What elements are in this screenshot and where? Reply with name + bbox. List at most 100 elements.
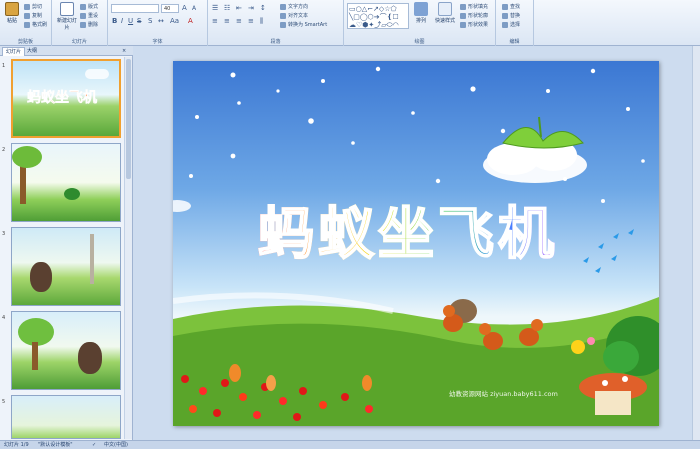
shape-outline-button[interactable]: 形状轮廓 — [460, 12, 488, 19]
slide-canvas[interactable]: 蚂蚁坐飞机 幼教资源网站 ziyuan.baby611.com — [173, 61, 659, 426]
strikethrough-icon[interactable]: S — [137, 17, 141, 25]
delete-icon — [80, 21, 86, 28]
shrink-font-icon[interactable]: A — [192, 5, 196, 12]
quick-styles-button[interactable]: 快速样式 — [432, 2, 458, 34]
ribbon: 粘贴 剪切 复制 格式刷 剪贴板 新建幻灯片 版式 重设 删除 幻灯片 40 A… — [0, 0, 700, 46]
slide-counter: 幻灯片 1/9 — [4, 442, 29, 448]
font-color-icon[interactable]: A — [188, 17, 193, 25]
stars — [189, 66, 645, 203]
shapes-gallery[interactable]: ▭○△⌐↗◇☆⬠ ╲▢◯⬡➔⌒❴☐ ☁♡⬢✦⤴▱⬭◠ — [347, 3, 409, 29]
columns-icon[interactable]: ⫼ — [260, 17, 263, 26]
format-painter-button[interactable]: 格式刷 — [24, 21, 47, 28]
clipboard-group-label: 剪贴板 — [17, 39, 33, 45]
font-group-label: 字体 — [152, 39, 163, 45]
select-button[interactable]: 选择 — [502, 21, 520, 28]
replace-button[interactable]: 替换 — [502, 12, 520, 19]
layout-icon — [80, 3, 86, 10]
align-text-button[interactable]: 对齐文本 — [280, 12, 308, 19]
scissors-icon — [24, 3, 30, 10]
cloud-with-leaf — [483, 116, 587, 183]
line-spacing-icon[interactable]: ↕ — [260, 4, 266, 12]
bullets-icon[interactable]: ☰ — [212, 4, 218, 12]
bold-icon[interactable]: B — [112, 17, 117, 25]
new-slide-button[interactable]: 新建幻灯片 — [55, 2, 79, 34]
slide-title-char: 机 — [497, 201, 558, 268]
align-right-icon[interactable]: ≡ — [236, 17, 242, 25]
watermark-text: 幼教资源网站 ziyuan.baby611.com — [449, 390, 558, 398]
copy-button[interactable]: 复制 — [24, 12, 42, 19]
slide-number: 4 — [2, 315, 6, 321]
paste-button[interactable]: 粘贴 — [2, 2, 22, 34]
thumbnail-title: 蚂蚁坐飞机 — [27, 90, 98, 107]
underline-icon[interactable]: U — [128, 17, 133, 25]
font-name-field[interactable] — [111, 4, 159, 13]
slide-title[interactable]: 蚂蚁坐飞机 — [257, 189, 558, 270]
slide-thumbnail-2[interactable] — [11, 143, 121, 222]
brush-icon — [24, 21, 30, 28]
italic-icon[interactable]: I — [121, 17, 123, 25]
justify-icon[interactable]: ≡ — [248, 17, 254, 25]
numbering-icon[interactable]: ☷ — [224, 4, 230, 12]
align-text-icon — [280, 12, 286, 19]
birch-tree-shape — [90, 234, 94, 284]
slide-title-char: 蚂 — [257, 201, 318, 268]
text-direction-button[interactable]: 文字方向 — [280, 3, 308, 10]
slide-title-char: 坐 — [377, 201, 438, 268]
quick-styles-icon — [438, 2, 452, 16]
slide-thumbnail-4[interactable] — [11, 311, 121, 390]
slide-title-char: 飞 — [437, 201, 498, 268]
language-indicator: 中文(中国) — [104, 442, 128, 448]
gorilla-shape — [30, 262, 52, 292]
cursor-icon — [502, 21, 508, 28]
slide-number: 5 — [2, 399, 6, 405]
slide-thumbnail-5[interactable] — [11, 395, 121, 439]
arrange-button[interactable]: 排列 — [411, 2, 431, 34]
text-shadow-icon[interactable]: S — [148, 17, 152, 25]
tab-slides[interactable]: 幻灯片 — [2, 47, 26, 56]
increase-indent-icon[interactable]: ⇥ — [248, 4, 254, 12]
slides-group: 新建幻灯片 版式 重设 删除 幻灯片 — [52, 0, 108, 46]
close-panel-icon[interactable]: × — [122, 47, 126, 56]
smartart-button[interactable]: 转换为 SmartArt — [280, 21, 327, 28]
slides-group-label: 幻灯片 — [71, 39, 87, 45]
smartart-icon — [280, 21, 286, 28]
shape-effects-button[interactable]: 形状效果 — [460, 21, 488, 28]
cut-button[interactable]: 剪切 — [24, 3, 42, 10]
birds — [583, 229, 634, 273]
slide-thumbnail-panel: 幻灯片 大纲 × 1 蚂蚁坐飞机 2 3 4 5 — [0, 46, 133, 440]
character-spacing-icon[interactable]: ↔ — [158, 17, 164, 25]
panel-tabs: 幻灯片 大纲 × — [0, 46, 133, 56]
butterfly — [229, 364, 241, 382]
slide-thumbnail-3[interactable] — [11, 227, 121, 306]
copy-icon — [24, 12, 30, 19]
tab-outline[interactable]: 大纲 — [24, 47, 40, 56]
butterfly — [362, 375, 372, 391]
status-bar: 幻灯片 1/9 "默认设计模板" ✓ 中文(中国) — [0, 440, 700, 449]
decrease-indent-icon[interactable]: ⇤ — [236, 4, 242, 12]
thumbnail-scrollbar[interactable] — [124, 57, 132, 439]
slide-number: 1 — [2, 63, 6, 69]
slide-thumbnail-1[interactable]: 蚂蚁坐飞机 — [11, 59, 121, 138]
align-center-icon[interactable]: ≡ — [224, 17, 230, 25]
editor-scrollbar[interactable] — [692, 46, 700, 440]
drawing-group-label: 绘图 — [414, 39, 425, 45]
drawing-group: ▭○△⌐↗◇☆⬠ ╲▢◯⬡➔⌒❴☐ ☁♡⬢✦⤴▱⬭◠ 排列 快速样式 形状填充 形状… — [344, 0, 496, 46]
layout-button[interactable]: 版式 — [80, 3, 98, 10]
delete-slide-button[interactable]: 删除 — [80, 21, 98, 28]
change-case-icon[interactable]: Aa — [170, 17, 179, 25]
spell-check-icon[interactable]: ✓ — [92, 441, 96, 449]
text-direction-icon — [280, 3, 286, 10]
scrollbar-thumb[interactable] — [126, 59, 131, 179]
grow-font-icon[interactable]: A — [182, 4, 187, 12]
find-button[interactable]: 查找 — [502, 3, 520, 10]
editing-group-label: 编辑 — [509, 39, 520, 45]
slide-number: 2 — [2, 147, 6, 153]
pen-icon — [460, 12, 466, 19]
shape-fill-button[interactable]: 形状填充 — [460, 3, 488, 10]
paint-bucket-icon — [460, 3, 466, 10]
reset-button[interactable]: 重设 — [80, 12, 98, 19]
leaf-shape — [64, 188, 80, 200]
font-size-field[interactable]: 40 — [161, 4, 179, 13]
align-left-icon[interactable]: ≡ — [212, 17, 218, 25]
paragraph-group-label: 段落 — [270, 39, 281, 45]
